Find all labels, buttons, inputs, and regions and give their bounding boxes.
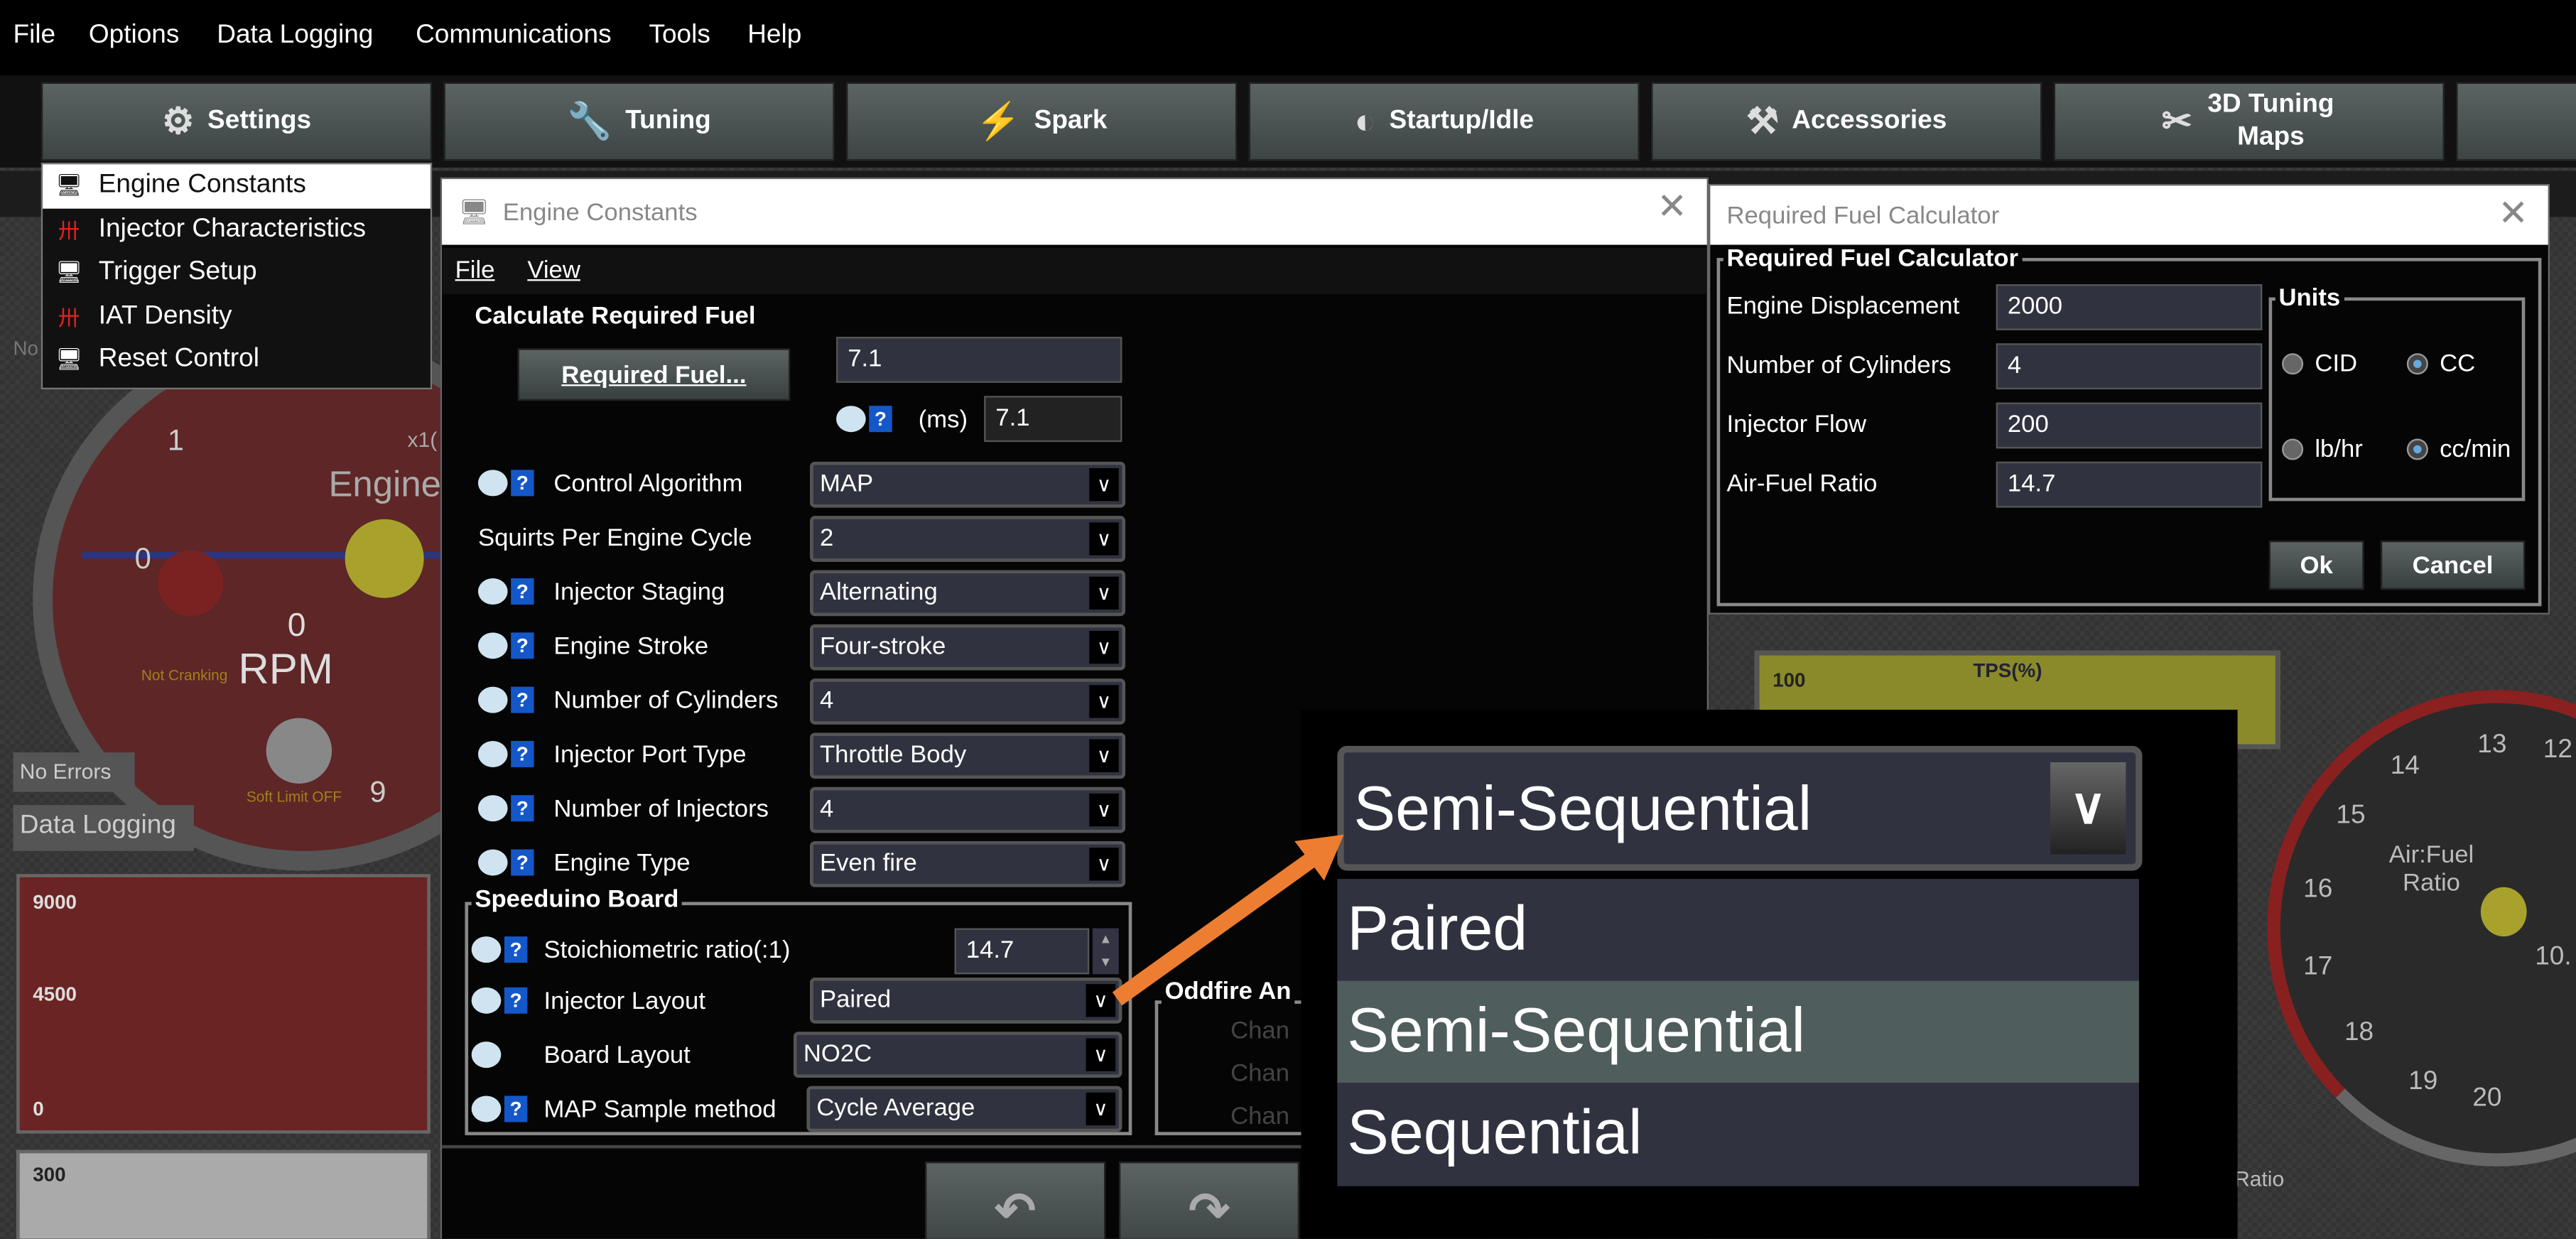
callout-arrow xyxy=(1112,834,1344,1006)
